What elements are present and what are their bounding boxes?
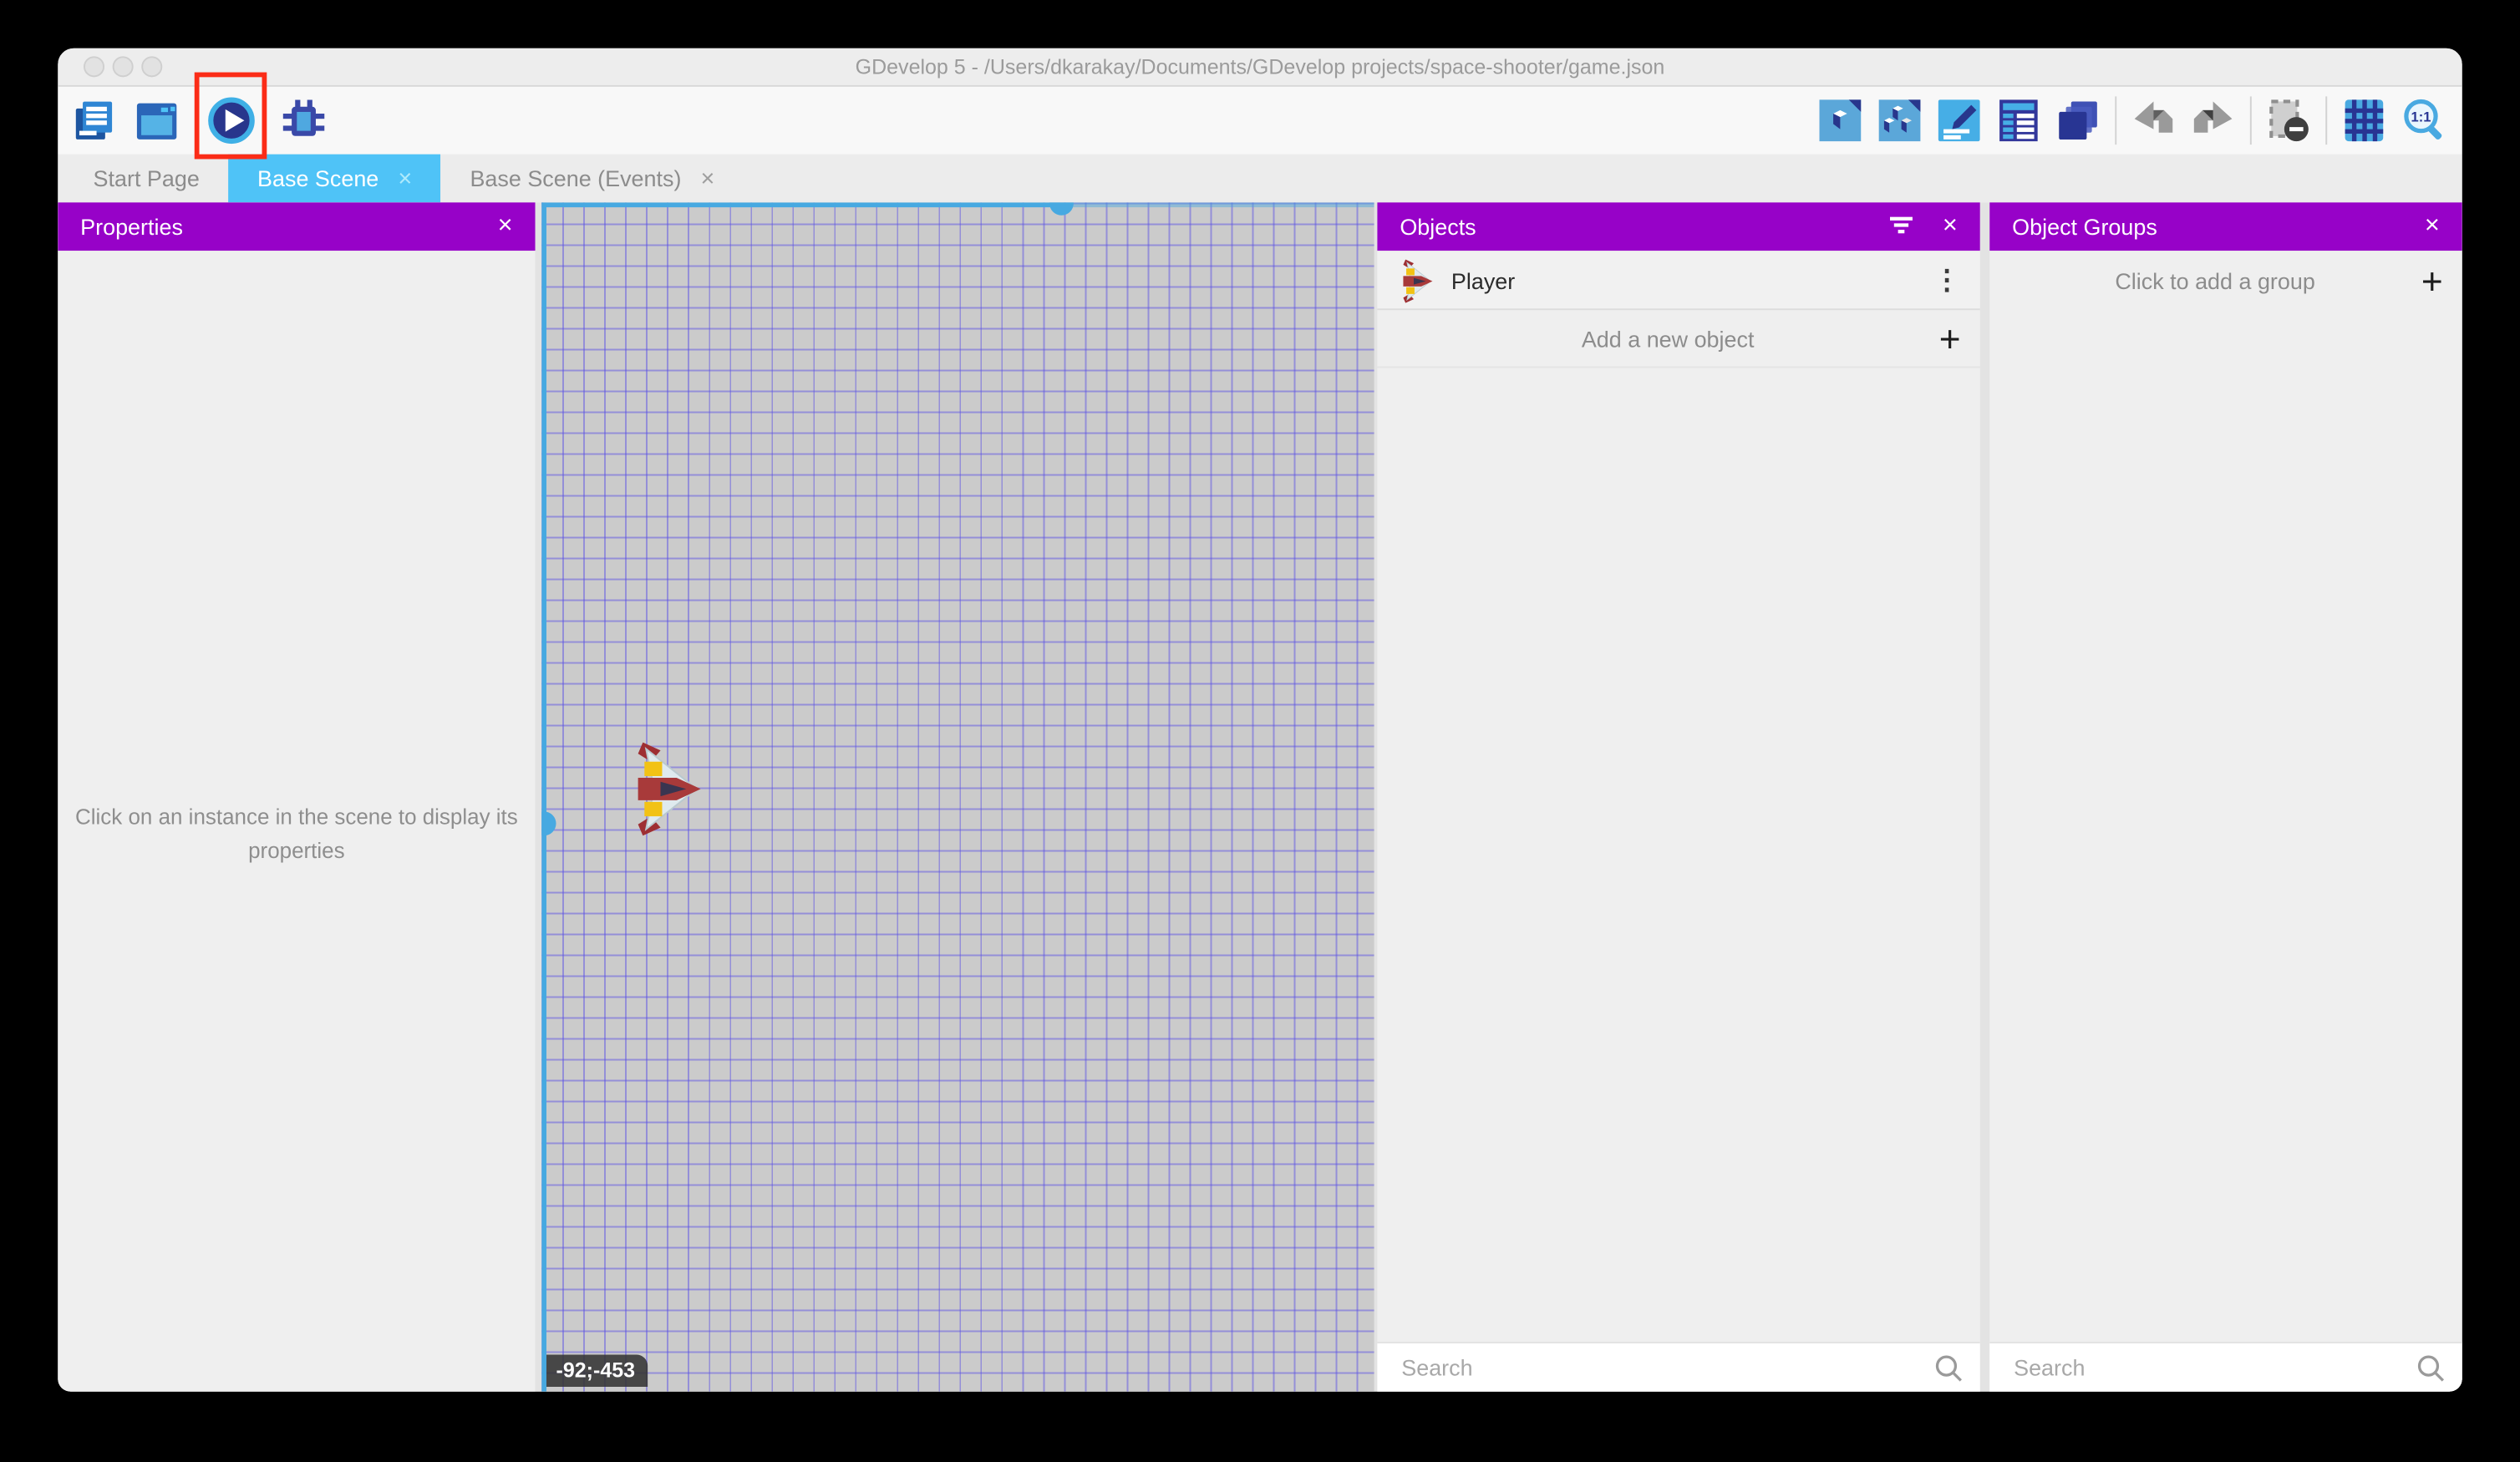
search-icon[interactable] <box>2416 1353 2446 1383</box>
title-bar: GDevelop 5 - /Users/dkarakay/Documents/G… <box>58 48 2462 87</box>
tab-base-scene-events[interactable]: Base Scene (Events) × <box>441 155 744 203</box>
selection-handle-left[interactable] <box>541 811 556 835</box>
close-icon[interactable]: × <box>498 214 513 240</box>
objects-search-input[interactable] <box>1398 1353 1933 1383</box>
tab-label: Base Scene <box>257 165 379 191</box>
add-group-label: Click to add a group <box>2009 268 2421 294</box>
redo-icon[interactable] <box>2191 98 2236 143</box>
toolbar-separator <box>2325 96 2327 145</box>
add-object-row[interactable]: Add a new object + <box>1377 312 1979 368</box>
groups-search-bar <box>1989 1342 2462 1392</box>
tab-start-page[interactable]: Start Page <box>64 155 228 203</box>
properties-empty-message: Click on an instance in the scene to dis… <box>74 800 521 868</box>
zoom-1-1-icon[interactable]: 1:1 <box>2401 98 2446 143</box>
toolbar-right-group: 1:1 <box>1817 94 2446 146</box>
object-groups-panel-header: Object Groups × <box>1989 202 2462 251</box>
object-groups-editor-icon[interactable] <box>1877 98 1923 143</box>
undo-icon[interactable] <box>2131 98 2177 143</box>
close-icon[interactable]: × <box>2425 214 2440 240</box>
instances-list-icon[interactable] <box>1996 98 2041 143</box>
player-instance[interactable] <box>633 741 704 837</box>
editor-tab-bar: Start Page Base Scene × Base Scene (Even… <box>58 155 2462 203</box>
selection-edge-top <box>541 202 1060 207</box>
panel-title: Objects <box>1400 214 1476 240</box>
toolbar-separator <box>2115 96 2116 145</box>
plus-icon[interactable]: + <box>1939 321 1961 358</box>
selection-handle-top[interactable] <box>1049 202 1074 215</box>
selection-edge-left <box>541 202 546 1391</box>
object-groups-panel: Object Groups × Click to add a group + <box>1989 202 2462 1391</box>
cursor-coordinates-badge: -92;-453 <box>546 1354 648 1386</box>
objects-panel-header: Objects × <box>1377 202 1979 251</box>
panel-title: Properties <box>80 214 183 240</box>
debug-icon[interactable] <box>280 96 328 145</box>
objects-editor-icon[interactable] <box>1817 98 1862 143</box>
mask-icon[interactable] <box>2266 98 2311 143</box>
tab-label: Base Scene (Events) <box>470 165 681 191</box>
tab-base-scene[interactable]: Base Scene × <box>228 155 440 203</box>
layers-icon[interactable] <box>2055 98 2101 143</box>
properties-panel: Properties × Click on an instance in the… <box>58 202 535 1391</box>
screenshot-stage: GDevelop 5 - /Users/dkarakay/Documents/G… <box>0 0 2520 1462</box>
scene-canvas[interactable]: -92;-453 <box>541 202 1374 1391</box>
window-title: GDevelop 5 - /Users/dkarakay/Documents/G… <box>58 54 2462 79</box>
search-icon[interactable] <box>1933 1353 1964 1383</box>
gdevelop-window: GDevelop 5 - /Users/dkarakay/Documents/G… <box>58 48 2462 1392</box>
object-row-player[interactable]: Player ⋮ <box>1377 252 1979 310</box>
add-object-label: Add a new object <box>1396 326 1938 352</box>
grid-icon[interactable] <box>2341 98 2386 143</box>
properties-panel-header: Properties × <box>58 202 535 251</box>
tab-close-icon[interactable]: × <box>701 165 715 192</box>
player-ship-icon <box>1400 258 1435 303</box>
scene-properties-icon[interactable] <box>1937 98 1982 143</box>
kebab-menu-icon[interactable]: ⋮ <box>1933 264 1961 296</box>
svg-text:1:1: 1:1 <box>2411 109 2431 124</box>
objects-search-bar <box>1377 1342 1979 1392</box>
add-group-row[interactable]: Click to add a group + <box>1989 252 2462 310</box>
tab-label: Start Page <box>94 165 200 191</box>
project-manager-icon[interactable] <box>71 96 119 145</box>
groups-search-input[interactable] <box>2010 1353 2416 1383</box>
close-icon[interactable]: × <box>1943 214 1958 240</box>
scenes-window-icon[interactable] <box>132 96 180 145</box>
main-toolbar: 1:1 <box>58 87 2462 155</box>
filter-icon[interactable] <box>1887 213 1913 241</box>
objects-panel: Objects × Player ⋮ <box>1377 202 1979 1391</box>
main-area: Properties × Click on an instance in the… <box>58 202 2462 1391</box>
selection-edge-top-light <box>1060 202 1374 207</box>
object-name: Player <box>1451 267 1515 293</box>
plus-icon[interactable]: + <box>2421 262 2443 299</box>
toolbar-separator <box>2250 96 2252 145</box>
tab-close-icon[interactable]: × <box>398 165 412 192</box>
play-button[interactable] <box>207 96 256 145</box>
panel-title: Object Groups <box>2012 214 2157 240</box>
